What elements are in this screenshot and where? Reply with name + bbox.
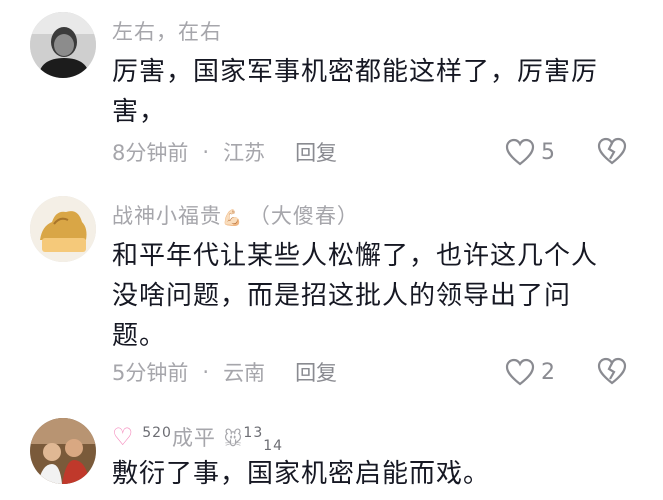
comment-time: 5分钟前 (112, 361, 189, 385)
flexed-arm-icon: 💪🏻 (222, 208, 243, 227)
avatar[interactable] (30, 418, 96, 484)
comment-text: 和平年代让某些人松懈了，也许这几个人没啥问题，而是招这批人的领导出了问题。 (112, 241, 599, 351)
comment-text: 敷衍了事，国家机密启能而戏。 (112, 459, 491, 489)
dislike-button[interactable] (597, 136, 627, 166)
comment-location: 云南 (223, 361, 266, 385)
username-prefix: 520 (142, 425, 172, 441)
comment-location: 江苏 (223, 141, 266, 165)
comment-username[interactable]: ♡ 520成平 🐭1314 (112, 422, 283, 454)
comment-meta: 5分钟前 · 云南 回复 (112, 357, 337, 387)
pink-heart-icon: ♡ (112, 423, 135, 451)
heart-outline-icon (505, 138, 535, 166)
avatar[interactable] (30, 12, 96, 78)
comment-text: 厉害，国家军事机密都能这样了，厉害厉害， (112, 57, 599, 127)
username-suffix: （大傻春） (248, 204, 359, 228)
heart-outline-icon (505, 358, 535, 386)
username-suffix: 13 (243, 425, 264, 441)
broken-heart-icon (597, 137, 627, 165)
comment-time: 8分钟前 (112, 141, 189, 165)
broken-heart-icon (597, 357, 627, 385)
username-suffix: 14 (263, 438, 284, 455)
username-text: 战神小福贵 (112, 204, 222, 228)
reply-button[interactable]: 回复 (295, 357, 337, 387)
like-count: 2 (541, 359, 555, 385)
like-count: 5 (541, 139, 555, 165)
comment-meta: 8分钟前 · 江苏 回复 (112, 137, 337, 167)
separator-dot: · (202, 360, 210, 384)
comment-username[interactable]: 左右，在右 (112, 16, 222, 46)
mouse-emoji-icon: 🐭 (223, 429, 244, 450)
username-text: 成平 (171, 426, 216, 450)
reply-button[interactable]: 回复 (295, 137, 337, 167)
dislike-button[interactable] (597, 356, 627, 386)
comment-username[interactable]: 战神小福贵💪🏻 （大傻春） (112, 200, 359, 230)
avatar[interactable] (30, 196, 96, 262)
like-button[interactable]: 2 (505, 357, 555, 387)
separator-dot: · (202, 140, 210, 164)
like-button[interactable]: 5 (505, 137, 555, 167)
